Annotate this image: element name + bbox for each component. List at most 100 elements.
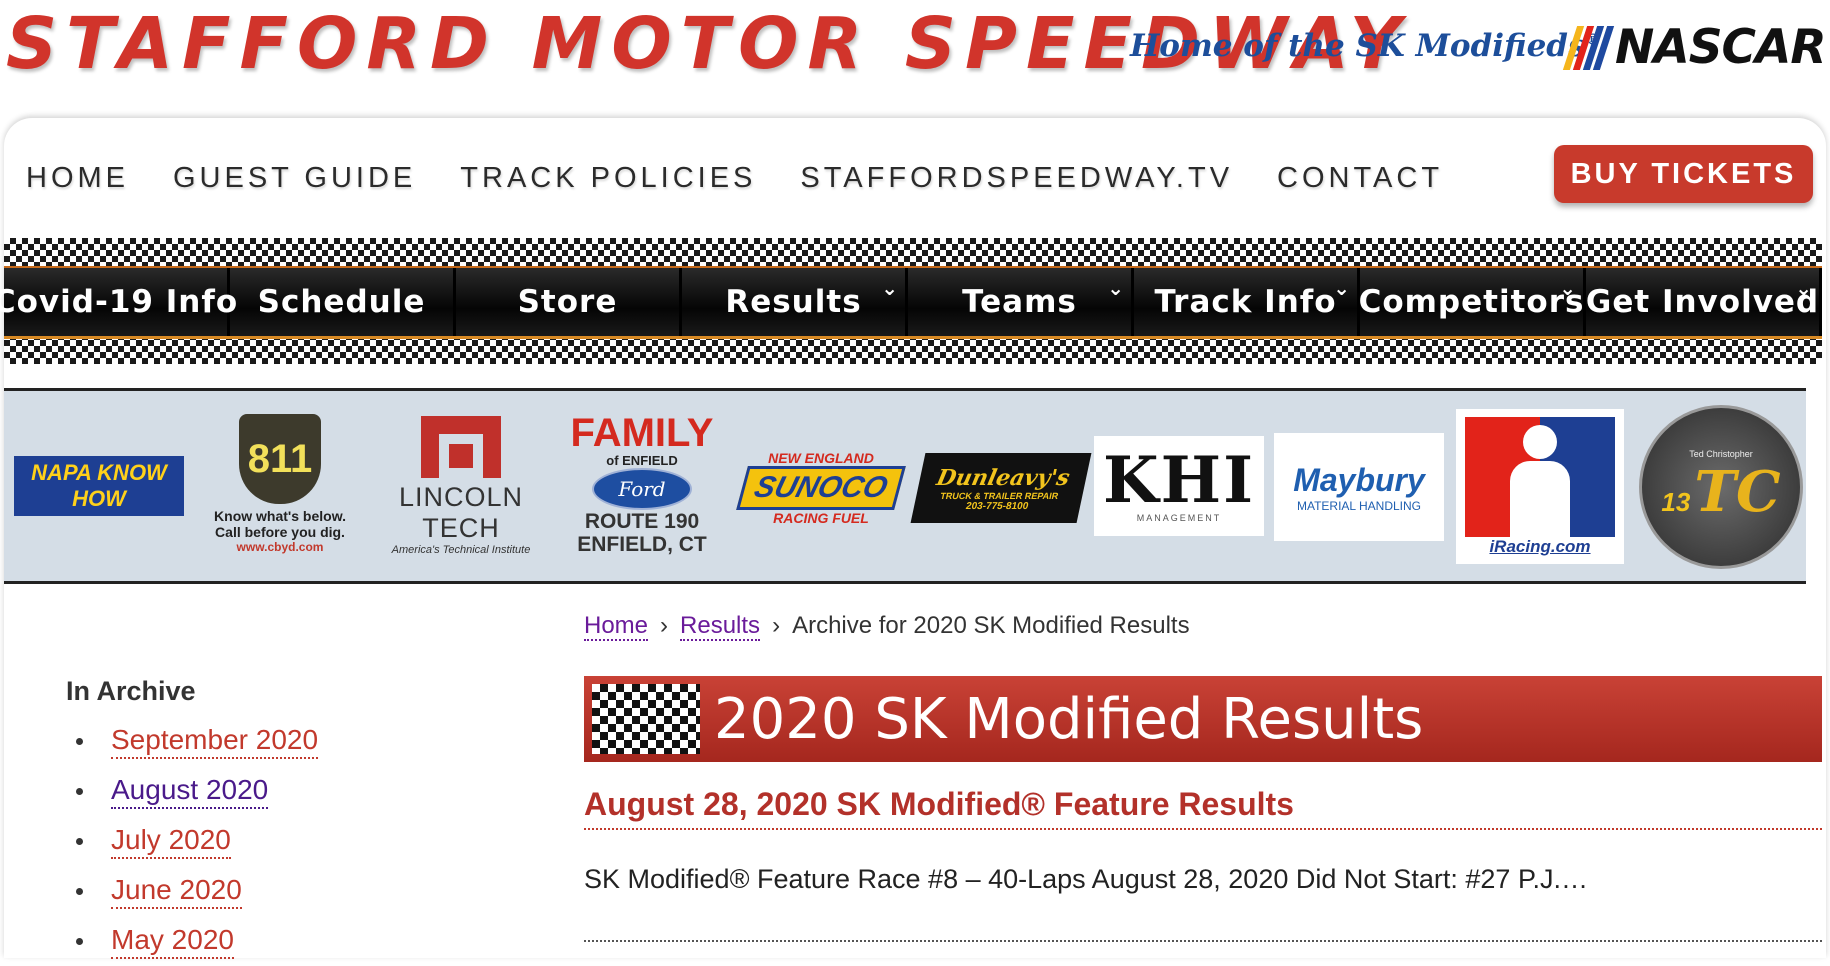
sponsor-sunoco-logo[interactable]: NEW ENGLAND SUNOCO RACING FUEL: [736, 433, 906, 543]
sponsor-dunleavys-logo[interactable]: Dunleavy's TRUCK & TRAILER REPAIR 203-77…: [910, 453, 1092, 523]
lincoln-subtitle: America's Technical Institute: [391, 544, 531, 556]
menu-item-label: Results: [725, 284, 862, 320]
main-menu: Covid-19 Info Schedule Store Results ⌄ Teams ⌄…: [0, 266, 1822, 339]
page-heading: 2020 SK Modified Results: [584, 676, 1822, 762]
breadcrumb-results[interactable]: Results: [680, 612, 761, 641]
tc-name: Ted Christopher: [1689, 449, 1753, 459]
menu-item-track-info[interactable]: Track Info ⌄: [1134, 268, 1360, 336]
post-excerpt: SK Modified® Feature Race #8 – 40-Laps A…: [584, 864, 1588, 894]
tc-letters: TC: [1694, 459, 1781, 525]
menu-item-covid-19-info[interactable]: Covid-19 Info: [0, 268, 237, 336]
top-nav: HOME GUEST GUIDE TRACK POLICIES STAFFORD…: [26, 162, 1487, 195]
nascar-logo[interactable]: NASCAR: [1562, 20, 1827, 75]
chevron-down-icon[interactable]: ⌄: [1559, 276, 1577, 300]
sponsor-maybury-logo[interactable]: Maybury MATERIAL HANDLING: [1274, 433, 1444, 541]
chevron-down-icon[interactable]: ⌄: [1333, 276, 1351, 300]
breadcrumb-current: Archive for 2020 SK Modified Results: [792, 612, 1190, 639]
divider: [584, 940, 1822, 942]
khi-name: KHI: [1102, 443, 1256, 518]
archive-link[interactable]: July 2020: [111, 823, 231, 859]
sunoco-name: SUNOCO: [750, 471, 892, 504]
archive-link[interactable]: June 2020: [111, 873, 242, 909]
breadcrumb-separator: ›: [772, 612, 781, 639]
menu-item-competitors[interactable]: Competitors ⌄: [1358, 268, 1586, 336]
breadcrumb: Home › Results › Archive for 2020 SK Modifie…: [584, 612, 1190, 641]
sidebar-title: In Archive: [66, 676, 196, 706]
chevron-down-icon[interactable]: ⌄: [1795, 276, 1813, 300]
breadcrumb-home[interactable]: Home: [584, 612, 649, 641]
shield-icon: 811: [239, 414, 321, 504]
bullet-icon: [76, 787, 83, 795]
family-of-enfield: of ENFIELD: [606, 453, 678, 468]
iracing-url: iRacing.com: [1489, 536, 1591, 556]
bullet-icon: [76, 737, 83, 745]
e811-line2: Call before you dig.: [215, 524, 345, 540]
nav-staffordspeedway-tv[interactable]: STAFFORDSPEEDWAY.TV: [800, 162, 1233, 195]
post-title-link[interactable]: August 28, 2020 SK Modified® Feature Res…: [584, 786, 1294, 823]
sponsor-ted-christopher-logo[interactable]: Ted Christopher 13 TC: [1639, 403, 1803, 571]
menu-item-teams[interactable]: Teams ⌄: [908, 268, 1134, 336]
archive-list-item: June 2020: [66, 866, 318, 916]
napa-text: NAPA KNOW HOW: [31, 460, 167, 511]
ford-text: Ford: [618, 477, 666, 501]
dunleavy-phone: 203-775-8100: [964, 500, 1030, 512]
nascar-stripes-icon: [1562, 25, 1615, 70]
menu-item-label: Competitors: [1358, 284, 1585, 320]
bullet-icon: [76, 937, 83, 945]
family-town: ENFIELD, CT: [577, 533, 707, 556]
sponsor-811-logo[interactable]: 811 Know what's below. Call before you d…: [196, 409, 364, 559]
bullet-icon: [76, 837, 83, 845]
family-title: FAMILY: [570, 411, 714, 455]
e811-number: 811: [247, 436, 313, 481]
nav-track-policies[interactable]: TRACK POLICIES: [460, 162, 756, 195]
e811-url: www.cbyd.com: [236, 540, 324, 554]
chevron-down-icon[interactable]: ⌄: [881, 276, 899, 300]
sponsor-banner: NAPA KNOW HOW 811 Know what's below. Cal…: [4, 388, 1806, 584]
dunleavy-name: Dunleavy's: [934, 464, 1073, 491]
chevron-down-icon[interactable]: ⌄: [1107, 276, 1125, 300]
menu-item-results[interactable]: Results ⌄: [682, 268, 908, 336]
nav-home[interactable]: HOME: [26, 162, 129, 195]
archive-list-item: May 2020: [66, 916, 318, 966]
page-title: 2020 SK Modified Results: [714, 686, 1424, 752]
menu-item-label: Covid-19 Info: [0, 284, 239, 320]
sponsor-napa-logo[interactable]: NAPA KNOW HOW: [14, 456, 184, 516]
buy-tickets-button[interactable]: BUY TICKETS: [1554, 145, 1813, 203]
sponsor-khi-logo[interactable]: KHI MANAGEMENT: [1094, 436, 1264, 536]
family-route: ROUTE 190: [584, 510, 700, 533]
ford-oval-icon: Ford: [592, 468, 692, 510]
tc-medallion-icon: Ted Christopher 13 TC: [1639, 405, 1803, 569]
archive-link[interactable]: May 2020: [111, 923, 234, 959]
menu-item-label: Store: [517, 284, 618, 320]
archive-list-item: July 2020: [66, 816, 318, 866]
tagline: Home of the SK Modifieds®: [1130, 28, 1600, 64]
nav-guest-guide[interactable]: GUEST GUIDE: [173, 162, 416, 195]
sponsor-lincoln-tech-logo[interactable]: LINCOLN TECH America's Technical Institu…: [376, 416, 546, 556]
lincoln-emblem-icon: [421, 416, 501, 478]
menu-item-schedule[interactable]: Schedule: [230, 268, 456, 336]
breadcrumb-separator: ›: [660, 612, 669, 639]
archive-list-item: September 2020: [66, 716, 319, 766]
tagline-text: Home of the SK Modifieds: [1130, 28, 1586, 64]
archive-link[interactable]: September 2020: [111, 723, 319, 759]
bullet-icon: [76, 887, 83, 895]
checkered-flag-icon: [592, 684, 700, 754]
menu-item-store[interactable]: Store: [456, 268, 682, 336]
archive-link[interactable]: August 2020: [111, 773, 269, 809]
menu-item-get-involved[interactable]: Get Involved ⌄: [1586, 268, 1822, 336]
sunoco-top: NEW ENGLAND: [768, 450, 874, 466]
divider: [584, 828, 1822, 830]
sponsor-family-ford-logo[interactable]: FAMILY of ENFIELD Ford ROUTE 190 ENFIELD…: [556, 409, 728, 559]
menu-item-label: Track Info: [1154, 284, 1337, 320]
e811-line1: Know what's below.: [214, 508, 346, 524]
nav-contact[interactable]: CONTACT: [1277, 162, 1443, 195]
lincoln-name: LINCOLN TECH: [398, 482, 524, 543]
site-header: STAFFORD MOTOR SPEEDWAY Home of the SK M…: [0, 0, 1830, 115]
tc-number: 13: [1661, 487, 1691, 517]
maybury-name: Maybury: [1293, 461, 1425, 498]
sunoco-bottom: RACING FUEL: [773, 510, 869, 526]
sponsor-iracing-logo[interactable]: iRacing.com: [1456, 409, 1624, 564]
iracing-figure-icon: [1465, 416, 1615, 537]
khi-subtitle: MANAGEMENT: [1136, 513, 1222, 523]
menu-item-label: Schedule: [257, 284, 426, 320]
